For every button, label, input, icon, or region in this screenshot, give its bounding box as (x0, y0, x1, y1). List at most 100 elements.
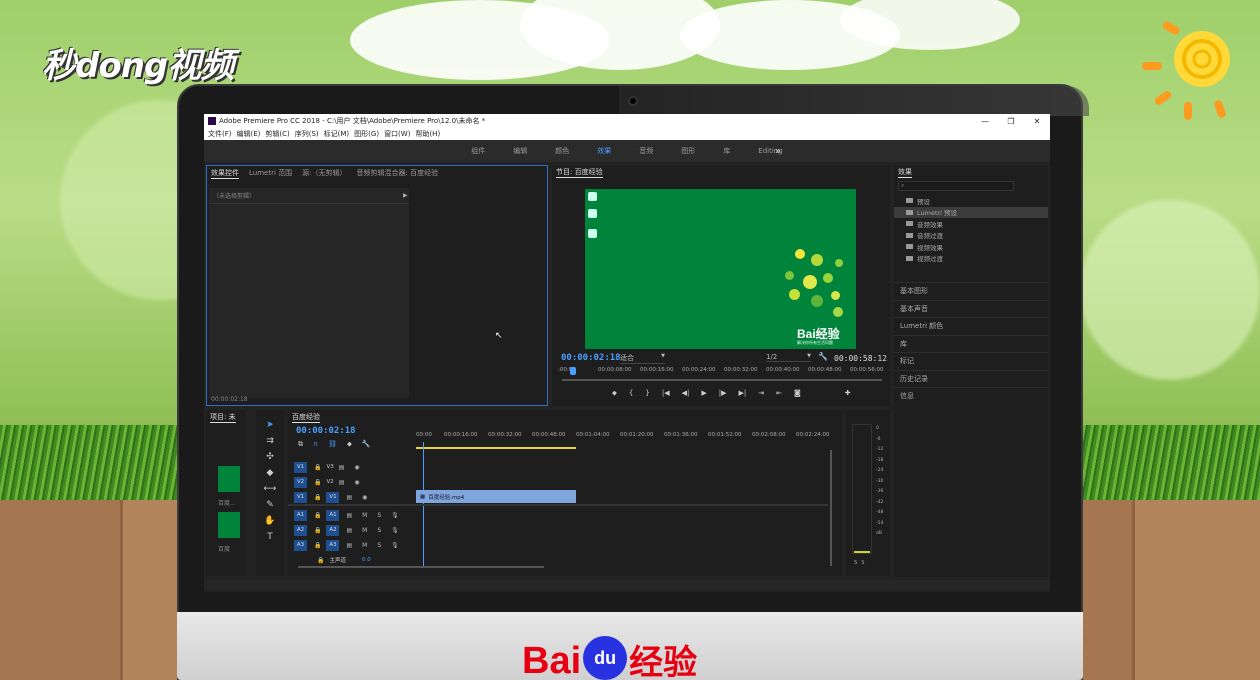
workspace-libraries[interactable]: 库 (723, 146, 730, 156)
timeline-v-scrollbar[interactable] (830, 450, 832, 566)
timeline-timecode[interactable]: 00:00:02:18 (296, 426, 356, 436)
side-essential-graphics[interactable]: 基本图形 (894, 282, 1048, 300)
mic-icon[interactable]: 🎙 (391, 512, 399, 519)
lock-icon[interactable]: 🔒 (314, 527, 321, 534)
insert-icon[interactable]: ⇥ (758, 389, 764, 398)
effects-item-video-effects[interactable]: 视频效果 (894, 241, 1048, 253)
workspace-assembly[interactable]: 组件 (471, 146, 485, 156)
play-icon[interactable]: ▶ (701, 389, 706, 398)
mark-out-icon[interactable]: } (645, 389, 649, 398)
sync-icon[interactable]: ▤ (346, 512, 352, 519)
work-area-bar[interactable] (416, 447, 576, 449)
menu-graphics[interactable]: 图形(G) (354, 129, 379, 139)
resolution-dropdown[interactable]: 1/2 ▼ (766, 353, 811, 362)
side-libraries[interactable]: 库 (894, 334, 1048, 353)
linked-selection-icon[interactable]: ⛓ (328, 440, 337, 449)
tab-effects[interactable]: 效果 (898, 167, 912, 178)
source-patch-a2[interactable]: A2 (294, 524, 307, 536)
pen-tool-icon[interactable]: ✎ (256, 500, 284, 516)
source-patch-v1[interactable]: V1 (294, 461, 307, 473)
solo-button[interactable]: S (377, 542, 381, 549)
project-thumb-2[interactable] (218, 512, 240, 538)
go-to-out-icon[interactable]: ▶| (738, 389, 746, 398)
tab-source[interactable]: 源:（无剪辑） (302, 168, 346, 178)
mic-icon[interactable]: 🎙 (391, 542, 399, 549)
marker-icon[interactable]: ⬥ (612, 389, 617, 398)
tab-effect-controls[interactable]: 效果控件 (211, 168, 239, 179)
sync-icon[interactable]: ▤ (339, 479, 345, 486)
nest-icon[interactable]: ⧉ (298, 440, 303, 449)
program-playhead[interactable] (570, 367, 576, 375)
workspace-editing[interactable]: 编辑 (513, 146, 527, 156)
side-lumetri-color[interactable]: Lumetri 颜色 (894, 317, 1048, 335)
wrench-icon[interactable]: 🔧 (818, 352, 828, 361)
sync-icon[interactable]: ▤ (346, 527, 352, 534)
tab-audio-clip-mixer[interactable]: 音频剪辑混合器: 百度经验 (357, 168, 439, 178)
meter-solo-right[interactable]: S (861, 560, 864, 566)
lock-icon[interactable]: 🔒 (314, 494, 321, 501)
lock-icon[interactable]: 🔒 (314, 542, 321, 549)
go-to-in-icon[interactable]: |◀ (662, 389, 670, 398)
close-button[interactable]: ✕ (1024, 117, 1050, 126)
menu-window[interactable]: 窗口(W) (384, 129, 410, 139)
menu-help[interactable]: 帮助(H) (415, 129, 440, 139)
overwrite-icon[interactable]: ⇤ (776, 389, 782, 398)
effects-item-presets[interactable]: 预设 (894, 195, 1048, 207)
program-scrollbar[interactable] (562, 379, 882, 381)
selection-tool-icon[interactable]: ➤ (256, 420, 284, 436)
project-item-1[interactable]: 百度... (218, 498, 236, 507)
effects-item-audio-transitions[interactable]: 音频过渡 (894, 230, 1048, 242)
step-back-icon[interactable]: ◀| (682, 389, 690, 398)
eye-icon[interactable]: ◉ (354, 464, 359, 471)
side-markers[interactable]: 标记 (894, 352, 1048, 370)
source-patch-v2[interactable]: V2 (294, 476, 307, 488)
fit-dropdown[interactable]: 适合 ▼ (620, 353, 665, 364)
menu-clip[interactable]: 剪辑(C) (265, 129, 289, 139)
lock-icon[interactable]: 🔒 (317, 557, 324, 564)
sync-icon[interactable]: ▤ (346, 494, 352, 501)
lock-icon[interactable]: 🔒 (314, 464, 321, 471)
menu-file[interactable]: 文件(F) (208, 129, 232, 139)
source-patch-a1[interactable]: A1 (294, 509, 307, 521)
timeline-h-scrollbar[interactable] (298, 566, 544, 568)
menu-marker[interactable]: 标记(M) (324, 129, 350, 139)
project-thumb-1[interactable] (218, 466, 240, 492)
program-timecode[interactable]: 00:00:02:18 (561, 353, 621, 363)
workspace-audio[interactable]: 音频 (639, 146, 653, 156)
track-label[interactable]: V1 (326, 491, 340, 503)
tab-lumetri-scopes[interactable]: Lumetri 范围 (249, 168, 292, 178)
meter-solo-left[interactable]: S (854, 560, 857, 566)
source-patch-v3[interactable]: V1 (294, 491, 307, 503)
mark-in-icon[interactable]: { (629, 389, 633, 398)
effects-item-audio-effects[interactable]: 音频效果 (894, 218, 1048, 230)
project-item-2[interactable]: 百度 (218, 544, 230, 553)
snap-icon[interactable]: ∩ (313, 440, 318, 449)
solo-button[interactable]: S (377, 527, 381, 534)
tab-timeline[interactable]: 百度经验 (292, 412, 320, 423)
solo-button[interactable]: S (377, 512, 381, 519)
maximize-button[interactable]: ❐ (998, 117, 1024, 126)
effects-item-lumetri-presets[interactable]: Lumetri 预设 (894, 206, 1048, 218)
track-select-tool-icon[interactable]: ⇉ (256, 436, 284, 452)
camera-icon[interactable]: ◙ (794, 389, 801, 398)
track-label[interactable]: A3 (326, 539, 340, 551)
timeline-settings-icon[interactable]: 🔧 (362, 440, 371, 449)
add-button-icon[interactable]: ✚ (845, 389, 851, 398)
hand-tool-icon[interactable]: ✋ (256, 516, 284, 532)
tab-project[interactable]: 项目: 未 (210, 412, 236, 423)
lock-icon[interactable]: 🔒 (314, 479, 321, 486)
workspace-graphics[interactable]: 图形 (681, 146, 695, 156)
video-clip[interactable]: ▦ 百度经验.mp4 (416, 490, 576, 503)
sync-icon[interactable]: ▤ (346, 542, 352, 549)
lock-icon[interactable]: 🔒 (314, 512, 321, 519)
step-forward-icon[interactable]: |▶ (719, 389, 727, 398)
mute-button[interactable]: M (362, 512, 367, 519)
mute-button[interactable]: M (362, 527, 367, 534)
ripple-edit-tool-icon[interactable]: ✣ (256, 452, 284, 468)
mute-button[interactable]: M (362, 542, 367, 549)
slip-tool-icon[interactable]: ⟷ (256, 484, 284, 500)
effects-item-video-transitions[interactable]: 视频过渡 (894, 253, 1048, 265)
side-info[interactable]: 信息 (894, 387, 1048, 405)
sync-icon[interactable]: ▤ (339, 464, 345, 471)
workspace-more-button[interactable]: » (775, 146, 781, 157)
